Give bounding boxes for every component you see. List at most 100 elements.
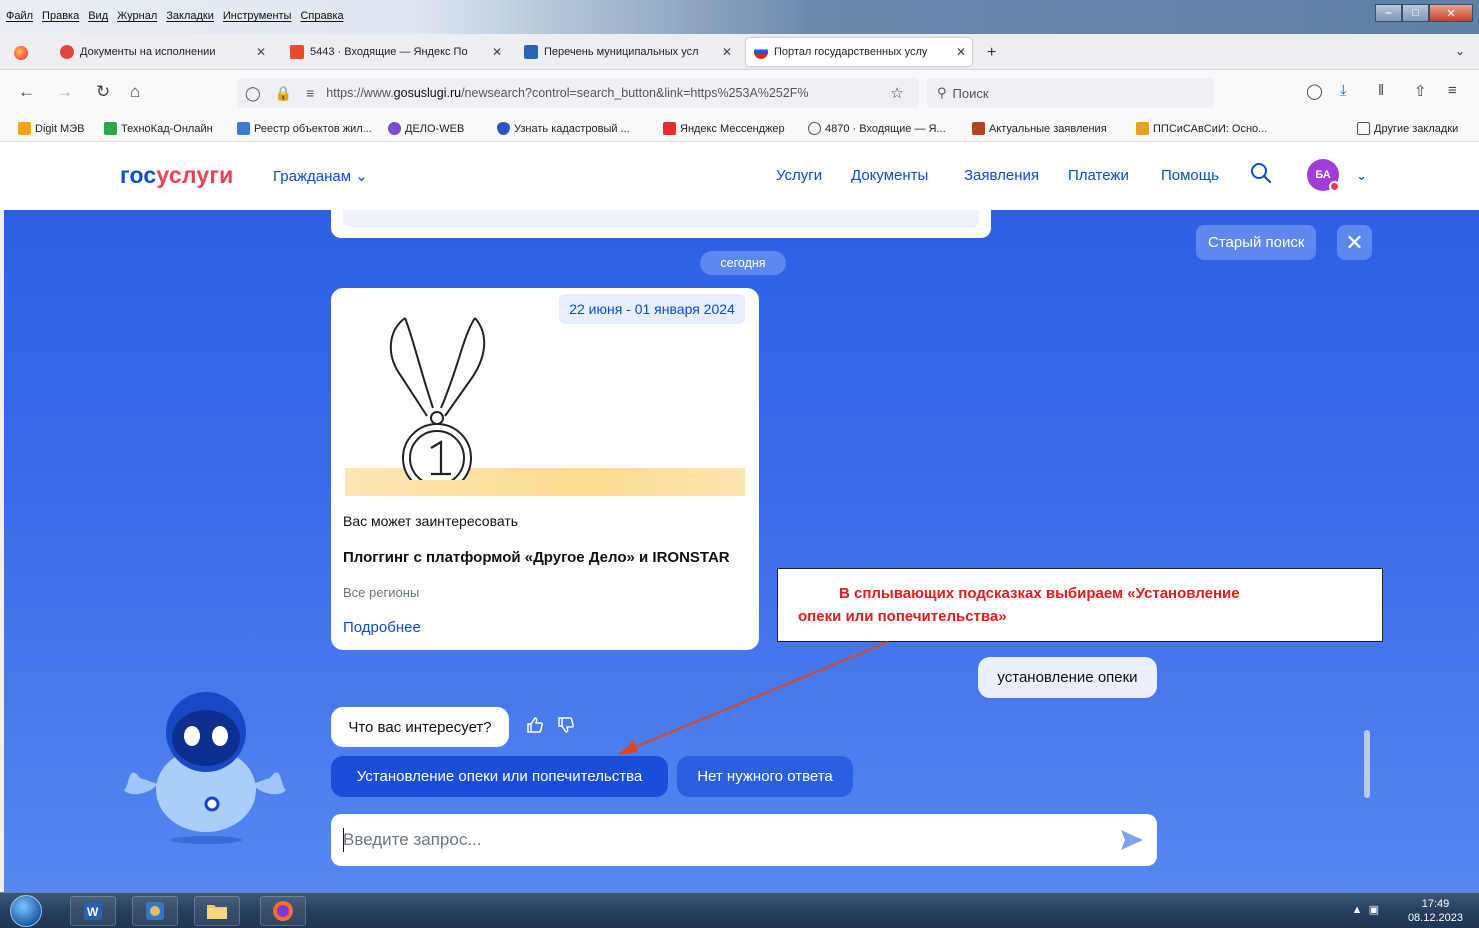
tab-close-icon[interactable]: ✕ bbox=[256, 45, 266, 59]
suggestion-chip-no-answer[interactable]: Нет нужного ответа bbox=[677, 756, 853, 797]
bookmark-icon bbox=[663, 122, 676, 135]
bookmark-item[interactable]: 4870 · Входящие — Я... bbox=[808, 122, 946, 135]
nav-services[interactable]: Услуги bbox=[776, 167, 822, 184]
svg-text:W: W bbox=[87, 905, 99, 919]
menu-bookmarks[interactable]: Закладки bbox=[166, 10, 214, 22]
bookmark-item[interactable]: Реестр объектов жил... bbox=[237, 122, 372, 135]
annotation-callout: В сплывающих подсказках выбираем «Устано… bbox=[777, 568, 1383, 642]
thumbs-down-icon[interactable] bbox=[557, 716, 575, 739]
forward-icon[interactable]: → bbox=[56, 82, 73, 102]
reload-icon[interactable]: ↻ bbox=[96, 82, 110, 102]
bookmarks-bar: Digit МЭВ ТехноКад-Онлайн Реестр объекто… bbox=[0, 116, 1479, 142]
word-icon[interactable]: W bbox=[70, 896, 116, 926]
window-menubar: Файл Правка Вид Журнал Закладки Инструме… bbox=[0, 0, 1479, 34]
bookmark-item[interactable]: ТехноКад-Онлайн bbox=[104, 122, 213, 135]
bookmark-item[interactable]: Актуальные заявления bbox=[972, 122, 1107, 135]
query-input[interactable] bbox=[343, 826, 1103, 854]
tab-documents[interactable]: Документы на исполнении ✕ bbox=[52, 38, 272, 66]
menu-view[interactable]: Вид bbox=[88, 10, 108, 22]
tab-municipal-list[interactable]: Перечень муниципальных усл ✕ bbox=[516, 38, 738, 66]
start-button[interactable] bbox=[10, 895, 42, 927]
date-divider: сегодня bbox=[700, 251, 786, 275]
pocket-icon[interactable]: ◯ bbox=[1306, 82, 1323, 100]
folder-icon bbox=[1357, 122, 1370, 135]
tab-close-icon[interactable]: ✕ bbox=[492, 45, 502, 59]
clock[interactable]: 17:49 08.12.2023 bbox=[1408, 897, 1463, 925]
back-icon[interactable]: ← bbox=[18, 82, 35, 102]
nav-payments[interactable]: Платежи bbox=[1068, 167, 1129, 184]
bookmark-item[interactable]: Узнать кадастровый ... bbox=[497, 122, 630, 135]
nav-documents[interactable]: Документы bbox=[851, 167, 928, 184]
bookmark-icon bbox=[237, 122, 250, 135]
avatar[interactable]: БА bbox=[1307, 159, 1340, 192]
citizens-dropdown[interactable]: Гражданам ⌄ bbox=[273, 167, 368, 185]
nav-applications[interactable]: Заявления bbox=[964, 167, 1039, 184]
tab-favicon-icon bbox=[60, 45, 74, 59]
nav-help[interactable]: Помощь bbox=[1161, 167, 1219, 184]
library-icon[interactable]: ‖ bbox=[1378, 82, 1384, 99]
tab-close-icon[interactable]: ✕ bbox=[956, 45, 966, 59]
search-icon: ⚲ bbox=[937, 85, 947, 100]
tab-close-icon[interactable]: ✕ bbox=[722, 45, 732, 59]
firefox-taskbar-icon[interactable] bbox=[260, 896, 306, 926]
menu-edit[interactable]: Правка bbox=[42, 10, 79, 22]
suggestion-chip-guardianship[interactable]: Установление опеки или попечительства bbox=[331, 756, 668, 797]
portal-header: госуслуги Гражданам ⌄ Услуги Документы З… bbox=[0, 142, 1479, 210]
navigation-bar: ← → ↻ ⌂ ◯ 🔒 ≡ https://www.gosuslugi.ru/n… bbox=[0, 70, 1479, 116]
chevron-down-icon[interactable]: ⌄ bbox=[1356, 168, 1367, 184]
bookmark-item[interactable]: ДЕЛО-WEB bbox=[388, 122, 464, 135]
search-icon[interactable] bbox=[1250, 162, 1272, 190]
bookmark-icon bbox=[388, 122, 401, 135]
new-tab-icon[interactable]: + bbox=[987, 44, 996, 62]
gosuslugi-logo[interactable]: госуслуги bbox=[120, 162, 233, 189]
send-icon[interactable] bbox=[1119, 828, 1145, 855]
minimize-button[interactable]: – bbox=[1375, 4, 1402, 22]
bookmark-icon bbox=[18, 122, 31, 135]
globe-icon bbox=[808, 122, 821, 135]
emblem-icon[interactable] bbox=[132, 896, 178, 926]
menu-file[interactable]: Файл bbox=[6, 10, 33, 22]
tab-favicon-icon bbox=[524, 45, 538, 59]
news-card: 22 июня - 01 января 2024 Вас может заинт… bbox=[331, 288, 759, 650]
old-search-button[interactable]: Старый поиск bbox=[1196, 225, 1317, 260]
chevron-down-icon[interactable]: ⌄ bbox=[1455, 44, 1465, 58]
menu-history[interactable]: Журнал bbox=[117, 10, 157, 22]
bookmark-item[interactable]: ППСиСАвСиИ: Осно... bbox=[1136, 122, 1267, 135]
tab-yandex-mail[interactable]: 5443 · Входящие — Яндекс По ✕ bbox=[282, 38, 508, 66]
browser-search-box[interactable]: ⚲ Поиск bbox=[927, 78, 1214, 108]
tray-icons[interactable]: ▲ ▣ bbox=[1352, 903, 1379, 916]
download-icon[interactable]: ⤓ bbox=[1340, 82, 1347, 99]
close-button[interactable]: ✕ bbox=[1337, 225, 1372, 260]
close-icon: ✕ bbox=[1345, 229, 1364, 255]
more-link[interactable]: Подробнее bbox=[343, 619, 421, 636]
card-kicker: Вас может заинтересовать bbox=[343, 513, 519, 529]
chat-scrollbar[interactable] bbox=[1364, 730, 1370, 798]
shield-icon: ◯ bbox=[245, 84, 261, 101]
shield-icon bbox=[497, 122, 510, 135]
bot-question: Что вас интересует? bbox=[331, 707, 509, 747]
bookmark-item[interactable]: Яндекс Мессенджер bbox=[663, 122, 785, 135]
firefox-icon bbox=[14, 46, 28, 60]
bookmark-item[interactable]: Digit МЭВ bbox=[18, 122, 84, 135]
previous-message-card bbox=[331, 210, 991, 238]
menu-icon[interactable]: ≡ bbox=[1448, 82, 1457, 99]
share-icon[interactable]: ⇧ bbox=[1414, 82, 1427, 100]
search-placeholder: Поиск bbox=[952, 85, 989, 101]
url-bar[interactable]: ◯ 🔒 ≡ https://www.gosuslugi.ru/newsearch… bbox=[237, 78, 919, 108]
medal-icon bbox=[389, 317, 486, 480]
lock-icon: 🔒 bbox=[274, 84, 293, 101]
window-close-button[interactable]: ✕ bbox=[1429, 4, 1473, 22]
mail-icon bbox=[290, 45, 304, 59]
other-bookmarks[interactable]: Другие закладки bbox=[1357, 122, 1458, 135]
user-message: установление опеки bbox=[978, 657, 1157, 698]
bookmark-star-icon[interactable]: ☆ bbox=[890, 84, 903, 102]
robot-assistant-icon bbox=[120, 686, 290, 859]
menu-tools[interactable]: Инструменты bbox=[223, 10, 292, 22]
menu-help[interactable]: Справка bbox=[300, 10, 343, 22]
home-icon[interactable]: ⌂ bbox=[130, 82, 140, 102]
file-explorer-icon[interactable] bbox=[194, 896, 240, 926]
tab-gosuslugi[interactable]: Портал государственных услу ✕ bbox=[746, 38, 972, 66]
maximize-button[interactable]: □ bbox=[1402, 4, 1429, 22]
menu-bar: Файл Правка Вид Журнал Закладки Инструме… bbox=[6, 10, 344, 22]
thumbs-up-icon[interactable] bbox=[526, 716, 544, 739]
